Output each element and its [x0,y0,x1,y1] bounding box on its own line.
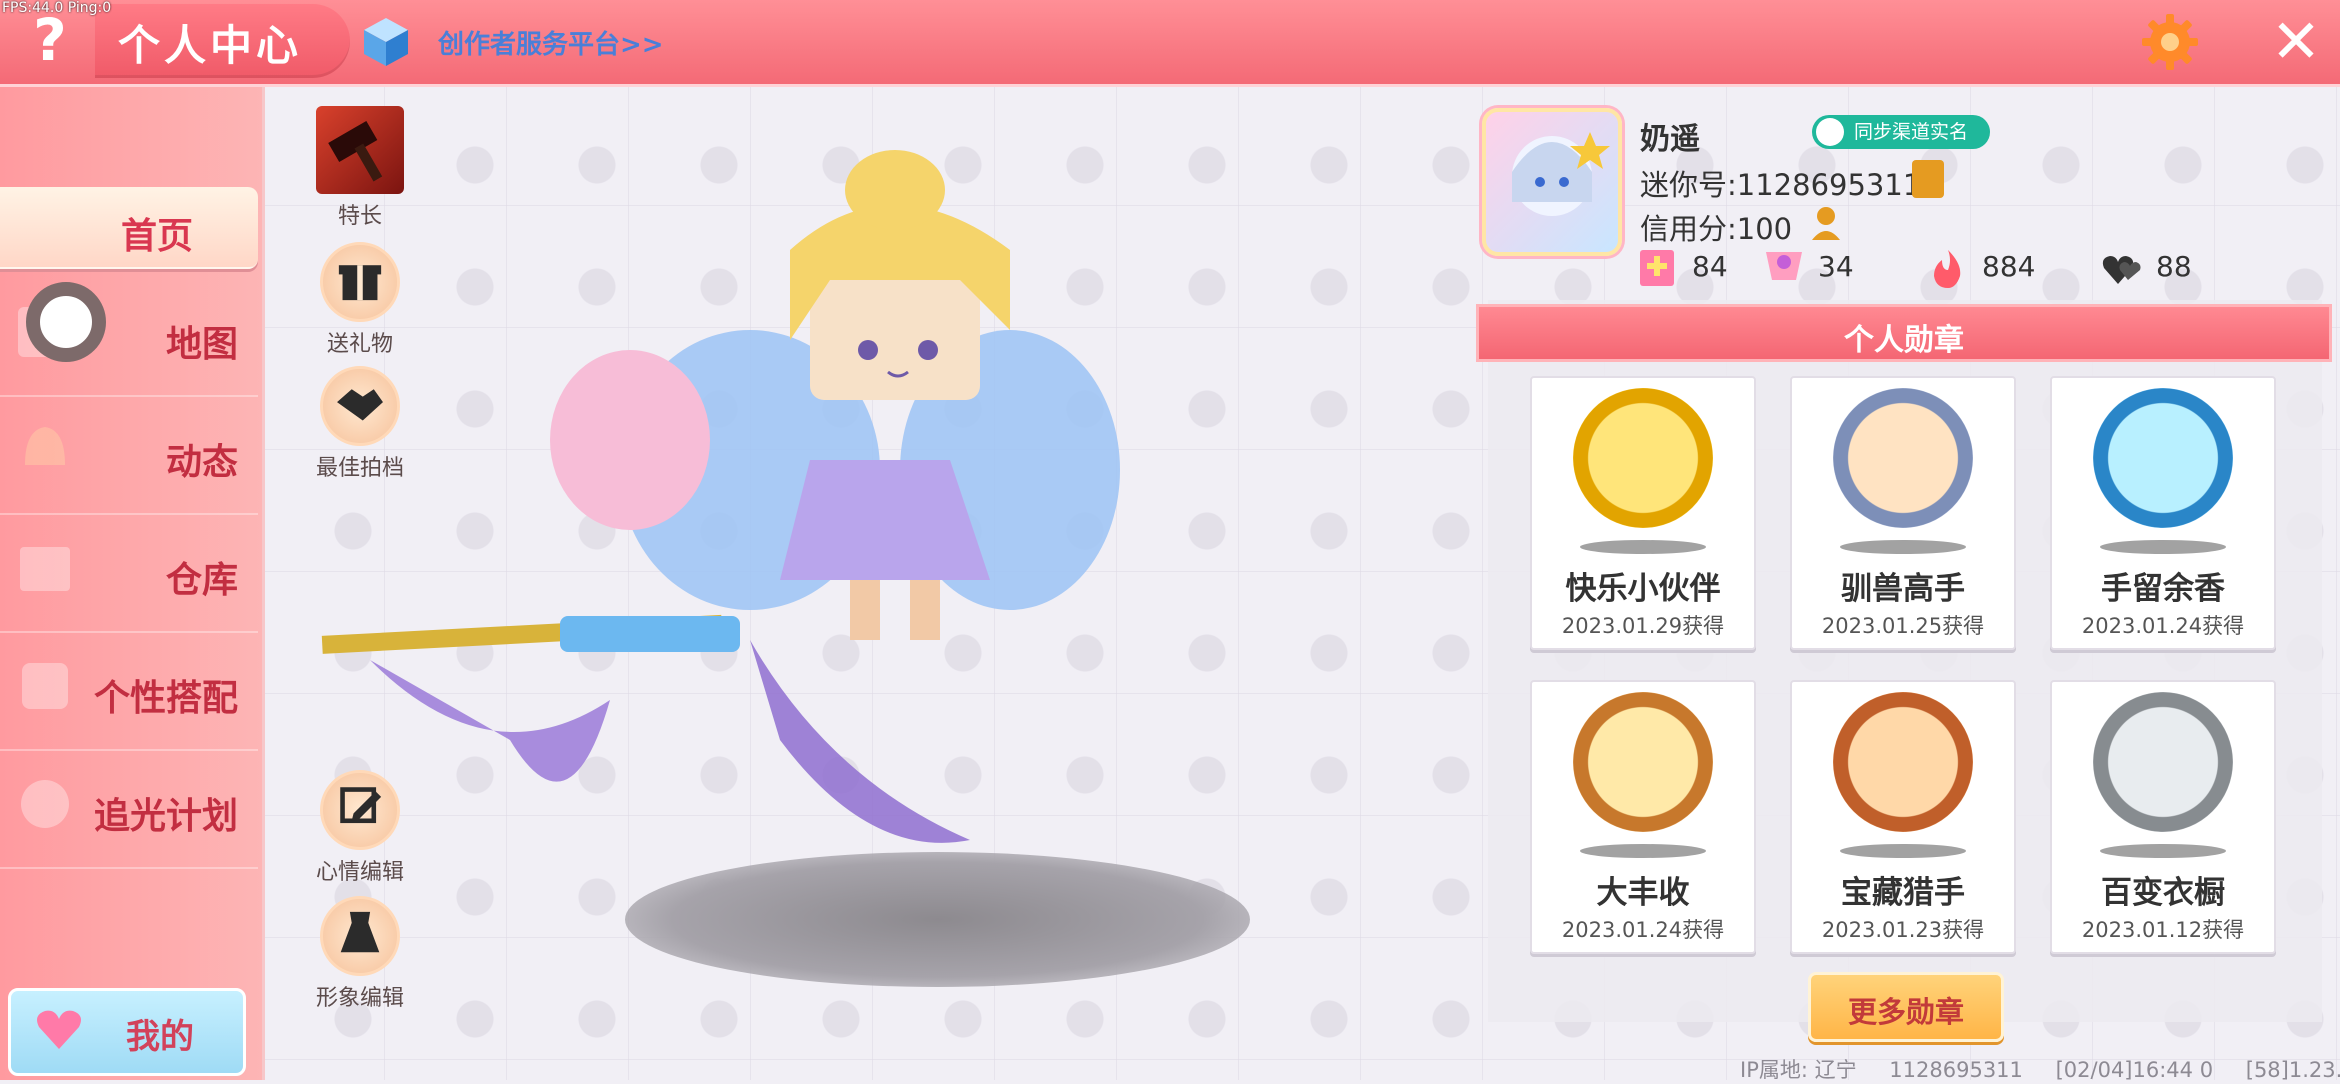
footer-version: [58]1.23.0 [2245,1058,2340,1082]
ip-location: IP属地: 辽宁 [1740,1058,1857,1082]
medal-name: 百变衣橱 [2101,875,2225,911]
medal-card[interactable]: 驯兽高手 2023.01.25获得 [1790,376,2016,650]
box-icon [20,547,70,591]
stat-hearts: 88 [2102,250,2192,284]
medal-stand [2100,540,2226,554]
sidebar-item-label: 个性搭配 [93,678,238,719]
stat-popularity: 884 [1934,250,2035,288]
sidebar-item-home[interactable]: 首页 [0,187,258,269]
plus-card-icon [1640,250,1674,286]
credit-person-icon[interactable] [1808,204,1848,244]
outfit-icon [22,663,68,709]
sidebar-item-feed[interactable]: 动态 [0,395,258,515]
medal-beast-tamer-icon [1833,388,1973,528]
medal-card[interactable]: 大丰收 2023.01.24获得 [1530,680,1756,954]
medal-panel-header: 个人勋章 [1476,304,2332,362]
medal-card[interactable]: 手留余香 2023.01.24获得 [2050,376,2276,650]
footer-timestamp: [02/04]16:44 0 [2055,1058,2214,1082]
hearts-icon [2102,256,2141,284]
star-icon [21,780,69,828]
medal-date: 2023.01.23获得 [1821,918,1985,942]
close-icon[interactable]: ✕ [2266,12,2326,72]
sidebar-item-label: 首页 [120,216,193,257]
medal-date: 2023.01.24获得 [1561,918,1725,942]
character-model[interactable] [310,140,1270,1000]
trophy-person-icon [1766,252,1802,280]
cube-icon[interactable] [362,16,410,68]
bell-icon [25,427,65,465]
medal-stand [1580,844,1706,858]
medal-lingering-fragrance-icon [2093,388,2233,528]
more-medals-button[interactable]: 更多勋章 [1808,972,2004,1042]
medal-date: 2023.01.29获得 [1561,614,1725,638]
avatar[interactable] [1482,108,1622,256]
medal-name: 手留余香 [2101,571,2225,607]
medal-stand [1840,844,1966,858]
medal-card[interactable]: 百变衣橱 2023.01.12获得 [2050,680,2276,954]
more-medals-label: 更多勋章 [1847,995,1964,1029]
stat-fans: 34 [1766,250,1854,283]
sync-realname-button[interactable]: 同步渠道实名 [1812,115,1991,149]
mine-button[interactable]: 我的 [8,988,246,1076]
medal-happy-partner-icon [1573,388,1713,528]
sidebar-item-label: 仓库 [165,560,238,601]
sidebar-item-outfit[interactable]: 个性搭配 [0,631,258,751]
help-icon[interactable]: ? [20,10,80,70]
sidebar-item-label: 动态 [165,442,238,483]
medal-panel-title: 个人勋章 [1844,323,1964,358]
top-bar: ? 个人中心 创作者服务平台>> ✕ [0,0,2340,87]
medal-date: 2023.01.25获得 [1821,614,1985,638]
mine-label: 我的 [126,1017,194,1057]
sync-label: 同步渠道实名 [1854,121,1969,143]
medal-name: 宝藏猎手 [1841,875,1965,911]
footer-uid: 1128695311 [1889,1058,2023,1082]
medal-name: 驯兽高手 [1841,571,1965,607]
creator-platform-link[interactable]: 创作者服务平台>> [438,24,664,61]
sidebar-item-label: 追光计划 [93,796,238,837]
medal-harvest-icon [1573,692,1713,832]
sidebar-item-label: 地图 [165,324,238,365]
credit-score: 信用分:100 [1640,212,1793,246]
medal-treasure-hunter-icon [1833,692,1973,832]
floating-toggle[interactable] [26,282,106,362]
user-icon [1816,118,1844,146]
medal-name: 快乐小伙伴 [1565,571,1721,607]
medal-name: 大丰收 [1596,875,1690,911]
medal-stand [1580,540,1706,554]
gear-icon[interactable] [2140,12,2200,72]
flame-icon [1934,250,1961,288]
medal-stand [2100,844,2226,858]
mini-id: 迷你号:1128695311 [1640,168,1922,202]
copy-icon[interactable] [1912,160,1944,198]
fps-readout: FPS:44.0 Ping:0 [2,0,112,16]
sidebar-item-warehouse[interactable]: 仓库 [0,513,258,633]
page-title: 个人中心 [118,21,303,70]
medal-date: 2023.01.24获得 [2081,614,2245,638]
sidebar: 首页 地图 动态 仓库 个性搭配 追光计划 [0,87,265,1080]
medal-stand [1840,540,1966,554]
stat-likes: 84 [1640,250,1728,286]
heart-icon [37,1010,81,1049]
sidebar-item-chase-light[interactable]: 追光计划 [0,749,258,869]
nickname: 奶遥 [1640,122,1700,157]
medal-card[interactable]: 宝藏猎手 2023.01.23获得 [1790,680,2016,954]
medal-wardrobe-icon [2093,692,2233,832]
medal-date: 2023.01.12获得 [2081,918,2245,942]
medal-card[interactable]: 快乐小伙伴 2023.01.29获得 [1530,376,1756,650]
